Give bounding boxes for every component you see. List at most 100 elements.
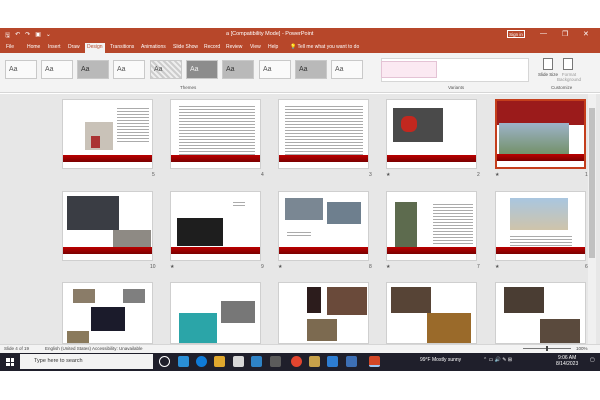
sign-in-button[interactable]: Sign in xyxy=(507,30,525,38)
minimize-icon[interactable]: — xyxy=(540,30,547,37)
slide-image xyxy=(401,116,417,132)
theme-option[interactable]: Aa xyxy=(5,60,37,79)
windows-start-icon[interactable] xyxy=(6,358,14,366)
tab-transitions[interactable]: Transitions xyxy=(110,44,134,50)
slide-text xyxy=(510,236,572,246)
slide-thumbnail[interactable] xyxy=(278,282,369,344)
weather-widget[interactable]: 99°F Mostly sunny xyxy=(420,357,461,363)
theme-option[interactable]: Aa xyxy=(295,60,327,79)
zoom-slider-thumb[interactable] xyxy=(546,346,548,351)
slide-thumbnail[interactable] xyxy=(278,99,369,169)
tab-record[interactable]: Record xyxy=(204,44,220,50)
format-background-button[interactable]: Format Background xyxy=(556,72,582,82)
tab-help[interactable]: Help xyxy=(268,44,278,50)
taskbar-search-box[interactable]: Type here to search xyxy=(20,354,153,369)
tell-me-label: Tell me what you want to do xyxy=(297,44,360,50)
theme-option[interactable]: Aa xyxy=(77,60,109,79)
close-icon[interactable]: ✕ xyxy=(583,30,589,38)
slide-thumbnail[interactable] xyxy=(495,191,586,261)
tab-file[interactable]: File xyxy=(6,44,14,50)
format-background-icon[interactable] xyxy=(563,58,573,70)
tab-view[interactable]: View xyxy=(250,44,261,50)
slide-image xyxy=(67,331,89,343)
slide-thumbnail[interactable] xyxy=(62,282,153,344)
slide-size-icon[interactable] xyxy=(543,58,553,70)
slide-image xyxy=(177,218,223,246)
theme-option-label: Aa xyxy=(226,66,235,73)
slide-red-band xyxy=(279,155,368,162)
slide-number: 2 xyxy=(477,172,480,178)
theme-option[interactable]: Aa xyxy=(41,60,73,79)
slide-transition-star: ★ xyxy=(495,264,500,270)
tell-me-search[interactable]: 💡 Tell me what you want to do xyxy=(290,44,359,50)
widgets-icon[interactable] xyxy=(178,356,189,367)
store-icon[interactable] xyxy=(233,356,244,367)
slide-thumbnail[interactable] xyxy=(62,99,153,169)
themes-group-label: Themes xyxy=(180,85,197,90)
powerpoint-taskbar-icon[interactable] xyxy=(369,356,380,367)
slide-thumbnail[interactable] xyxy=(386,99,477,169)
search-placeholder: Type here to search xyxy=(34,358,83,364)
edge-icon[interactable] xyxy=(196,356,207,367)
slide-image xyxy=(327,202,361,224)
tab-draw[interactable]: Draw xyxy=(68,44,80,50)
tab-insert[interactable]: Insert xyxy=(48,44,61,50)
task-view-icon[interactable] xyxy=(159,356,170,367)
slide-number: 1 xyxy=(585,172,588,178)
slide-image xyxy=(427,313,471,343)
theme-option[interactable]: Aa xyxy=(259,60,291,79)
present-icon[interactable]: ▣ xyxy=(35,31,41,41)
slide-size-button[interactable]: Slide Size xyxy=(538,72,558,77)
undo-icon[interactable]: ↶ xyxy=(15,31,20,41)
redo-icon[interactable]: ↷ xyxy=(25,31,30,41)
slide-thumbnail[interactable] xyxy=(170,99,261,169)
slide-thumbnail[interactable] xyxy=(278,191,369,261)
language-status[interactable]: English (United States) xyxy=(45,346,91,351)
slide-thumbnail-selected[interactable] xyxy=(495,99,586,169)
slide-thumbnail[interactable] xyxy=(386,191,477,261)
slide-thumbnail[interactable] xyxy=(62,191,153,261)
theme-option[interactable]: Aa xyxy=(186,60,218,79)
taskbar-clock[interactable]: 9:06 AM 8/14/2023 xyxy=(556,355,578,367)
slide-image xyxy=(67,196,119,230)
app-icon[interactable] xyxy=(346,356,357,367)
theme-option[interactable]: Aa xyxy=(150,60,182,79)
app-icon[interactable] xyxy=(309,356,320,367)
slide-red-band xyxy=(387,155,476,162)
slide-red-band xyxy=(387,247,476,254)
tab-design[interactable]: Design xyxy=(85,43,105,53)
customize-qat-icon[interactable]: ⌄ xyxy=(46,31,51,41)
scrollbar-thumb[interactable] xyxy=(589,108,595,258)
tab-animations[interactable]: Animations xyxy=(141,44,166,50)
accessibility-status[interactable]: Accessibility: Unavailable xyxy=(92,346,143,351)
slide-text xyxy=(433,204,473,244)
variants-group-label: Variants xyxy=(448,85,465,90)
theme-option[interactable]: Aa xyxy=(222,60,254,79)
window-title: a [Compatibility Mode] - PowerPoint xyxy=(226,31,314,37)
photos-icon[interactable] xyxy=(251,356,262,367)
app-icon[interactable] xyxy=(270,356,281,367)
notification-icon[interactable]: ▢ xyxy=(590,357,595,363)
slide-image xyxy=(395,202,417,248)
tab-home[interactable]: Home xyxy=(27,44,40,50)
zoom-level[interactable]: 100% xyxy=(576,346,588,351)
slide-thumbnail[interactable] xyxy=(386,282,477,344)
quick-access-toolbar: 🖫 ↶ ↷ ▣ ⌄ xyxy=(5,31,51,41)
slide-thumbnail[interactable] xyxy=(170,191,261,261)
slide-red-band xyxy=(63,247,152,254)
save-icon[interactable]: 🖫 xyxy=(5,31,10,41)
theme-option[interactable]: Aa xyxy=(113,60,145,79)
tab-slide-show[interactable]: Slide Show xyxy=(173,44,198,50)
system-tray-icons[interactable]: ⌃ ▭ 🔊 ✎ ⊞ xyxy=(483,357,512,363)
tab-review[interactable]: Review xyxy=(226,44,242,50)
restore-icon[interactable]: ❐ xyxy=(562,30,568,38)
file-explorer-icon[interactable] xyxy=(214,356,225,367)
variant-option[interactable] xyxy=(381,61,437,78)
slide-thumbnail[interactable] xyxy=(495,282,586,344)
theme-option[interactable]: Aa xyxy=(331,60,363,79)
app-icon[interactable] xyxy=(327,356,338,367)
chrome-icon[interactable] xyxy=(291,356,302,367)
slide-thumbnail[interactable] xyxy=(170,282,261,344)
slide-number: 6 xyxy=(585,264,588,270)
slide-red-band xyxy=(63,155,152,162)
